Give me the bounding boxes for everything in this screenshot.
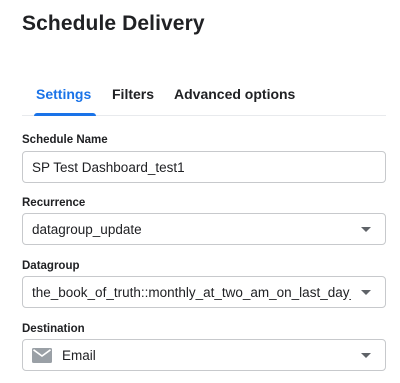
- schedule-name-value: SP Test Dashboard_test1: [32, 159, 185, 175]
- chevron-down-icon: [361, 227, 371, 232]
- tab-bar: Settings Filters Advanced options: [22, 80, 386, 116]
- recurrence-value: datagroup_update: [32, 221, 142, 237]
- recurrence-select[interactable]: datagroup_update: [22, 213, 386, 245]
- datagroup-select[interactable]: the_book_of_truth::monthly_at_two_am_on_…: [22, 276, 386, 308]
- tab-filters[interactable]: Filters: [112, 86, 154, 116]
- destination-value: Email: [62, 347, 96, 363]
- datagroup-value: the_book_of_truth::monthly_at_two_am_on_…: [32, 284, 351, 300]
- schedule-delivery-dialog: Schedule Delivery Settings Filters Advan…: [0, 0, 400, 383]
- chevron-down-icon: [361, 290, 371, 295]
- schedule-name-label: Schedule Name: [22, 134, 108, 146]
- tab-advanced-options[interactable]: Advanced options: [174, 86, 295, 116]
- tab-settings[interactable]: Settings: [36, 86, 91, 116]
- dialog-title: Schedule Delivery: [22, 12, 205, 35]
- destination-label: Destination: [22, 323, 85, 335]
- datagroup-label: Datagroup: [22, 260, 80, 272]
- recurrence-label: Recurrence: [22, 197, 86, 209]
- active-tab-indicator: [34, 113, 96, 116]
- mail-icon: [32, 347, 52, 363]
- destination-select[interactable]: Email: [22, 339, 386, 371]
- schedule-name-input[interactable]: SP Test Dashboard_test1: [22, 151, 386, 183]
- chevron-down-icon: [361, 353, 371, 358]
